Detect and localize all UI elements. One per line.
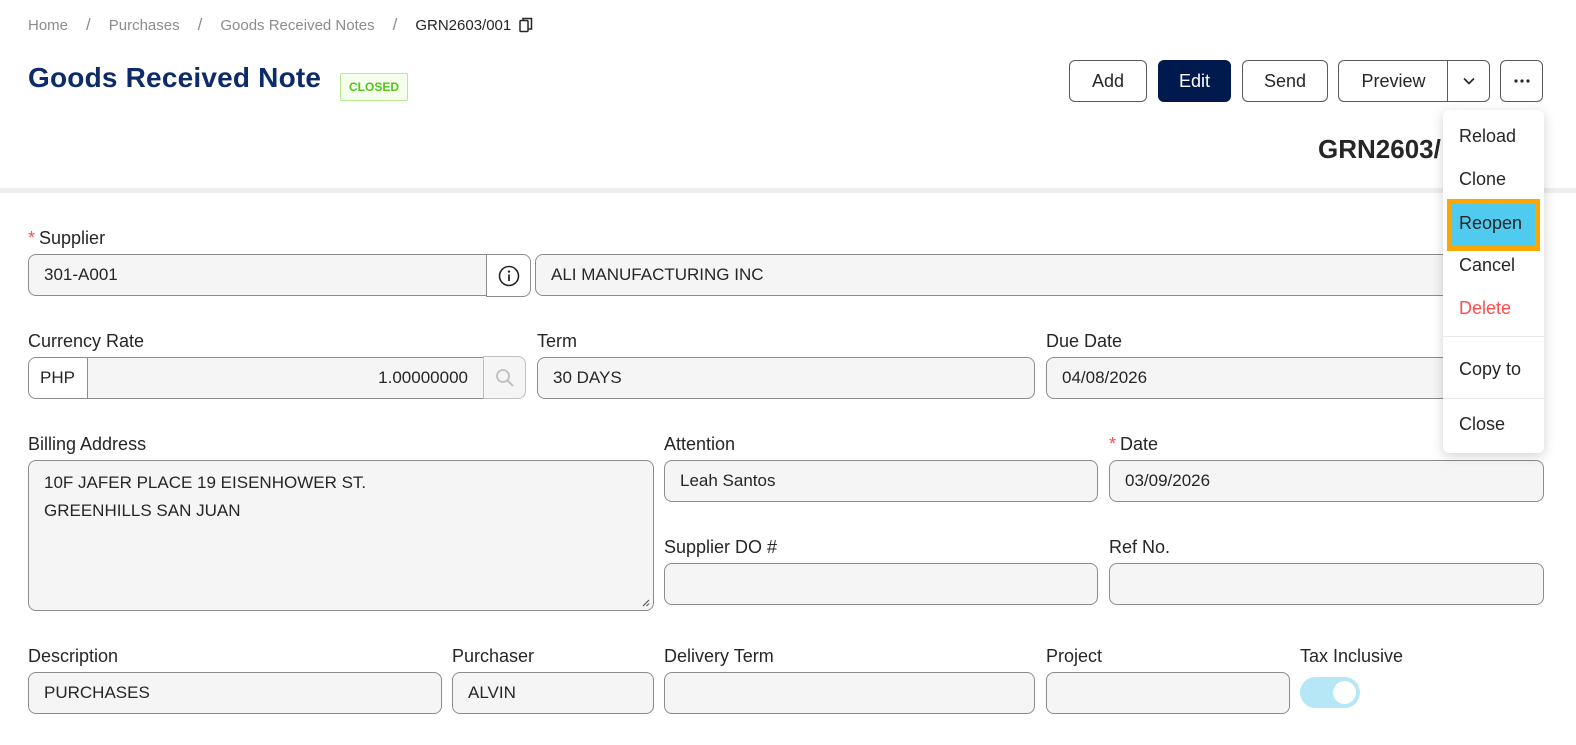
date-input[interactable]: 03/09/2026 <box>1109 460 1544 502</box>
chevron-down-icon <box>1462 77 1475 85</box>
project-input[interactable] <box>1046 672 1290 714</box>
billing-address-label: Billing Address <box>28 434 147 454</box>
description-label: Description <box>28 646 119 666</box>
more-actions-button[interactable] <box>1500 60 1543 102</box>
purchaser-label: Purchaser <box>452 646 535 666</box>
description-input[interactable]: PURCHASES <box>28 672 442 714</box>
supplier-do-label: Supplier DO # <box>664 537 778 557</box>
menu-item-reopen-label: Reopen <box>1459 213 1523 233</box>
currency-search-button[interactable] <box>483 356 526 399</box>
required-mark: * <box>28 228 36 248</box>
document-number: GRN2603/ <box>1318 134 1441 164</box>
toggle-knob <box>1333 681 1356 704</box>
project-label: Project <box>1046 646 1103 666</box>
due-date-input[interactable]: 04/08/2026 <box>1046 357 1456 399</box>
edit-button[interactable]: Edit <box>1158 60 1231 102</box>
attention-label: Attention <box>664 434 736 454</box>
breadcrumb-separator: / <box>86 15 91 34</box>
supplier-name-input[interactable]: ALI MANUFACTURING INC <box>535 254 1455 296</box>
menu-item-close[interactable]: Close <box>1459 414 1505 435</box>
term-input[interactable]: 30 DAYS <box>537 357 1035 399</box>
supplier-info-button[interactable] <box>486 254 531 297</box>
copy-icon[interactable] <box>519 17 533 33</box>
menu-divider <box>1443 336 1544 337</box>
menu-divider <box>1443 398 1544 399</box>
currency-rate-label: Currency Rate <box>28 331 145 351</box>
date-label: * Date <box>1109 434 1159 454</box>
breadcrumb-separator: / <box>197 15 203 34</box>
header-divider <box>0 188 1576 193</box>
send-button[interactable]: Send <box>1242 60 1328 102</box>
menu-item-reopen[interactable]: Reopen <box>1447 199 1540 251</box>
info-icon <box>498 265 519 286</box>
menu-item-copy-to[interactable]: Copy to <box>1459 359 1521 380</box>
breadcrumb-purchases[interactable]: Purchases <box>109 17 180 34</box>
billing-address-line-1: 10F JAFER PLACE 19 EISENHOWER ST. <box>44 473 367 492</box>
preview-button[interactable]: Preview <box>1338 60 1449 102</box>
search-icon <box>495 368 514 387</box>
supplier-do-input[interactable] <box>664 563 1098 605</box>
breadcrumb: Home / Purchases / Goods Received Notes … <box>28 14 533 36</box>
purchaser-input[interactable]: ALVIN <box>452 672 654 714</box>
required-mark: * <box>1109 434 1117 454</box>
breadcrumb-goods-received-notes[interactable]: Goods Received Notes <box>220 17 374 34</box>
breadcrumb-current: GRN2603/001 <box>415 16 512 34</box>
billing-address-textarea[interactable]: 10F JAFER PLACE 19 EISENHOWER ST. GREENH… <box>28 460 654 611</box>
menu-item-clone[interactable]: Clone <box>1459 169 1506 190</box>
ref-no-label: Ref No. <box>1109 537 1171 557</box>
add-button[interactable]: Add <box>1069 60 1147 102</box>
ref-no-input[interactable] <box>1109 563 1544 605</box>
supplier-label: * Supplier <box>28 228 106 248</box>
delivery-term-label: Delivery Term <box>664 646 774 666</box>
tax-inclusive-toggle[interactable] <box>1300 677 1360 708</box>
supplier-code-input[interactable]: 301-A001 <box>28 254 487 296</box>
menu-item-reload[interactable]: Reload <box>1459 126 1516 147</box>
status-badge: CLOSED <box>340 73 409 101</box>
due-date-label: Due Date <box>1046 331 1123 351</box>
attention-input[interactable]: Leah Santos <box>664 460 1098 502</box>
breadcrumb-separator: / <box>392 15 398 34</box>
menu-item-cancel[interactable]: Cancel <box>1459 255 1515 276</box>
term-label: Term <box>537 331 577 351</box>
ellipsis-icon <box>1513 79 1530 83</box>
currency-code: PHP <box>28 357 88 399</box>
billing-address-line-2: GREENHILLS SAN JUAN <box>44 501 241 520</box>
delivery-term-input[interactable] <box>664 672 1035 714</box>
tax-inclusive-label: Tax Inclusive <box>1300 646 1404 666</box>
breadcrumb-home[interactable]: Home <box>28 17 68 34</box>
menu-item-delete[interactable]: Delete <box>1459 298 1511 319</box>
currency-rate-input[interactable]: 1.00000000 <box>87 357 484 399</box>
preview-options-button[interactable] <box>1447 60 1490 102</box>
more-actions-menu: Reload Clone Reopen Cancel Delete Copy t… <box>1443 110 1544 453</box>
resize-grip-icon[interactable] <box>640 597 650 607</box>
page-title: Goods Received Note <box>28 62 322 93</box>
